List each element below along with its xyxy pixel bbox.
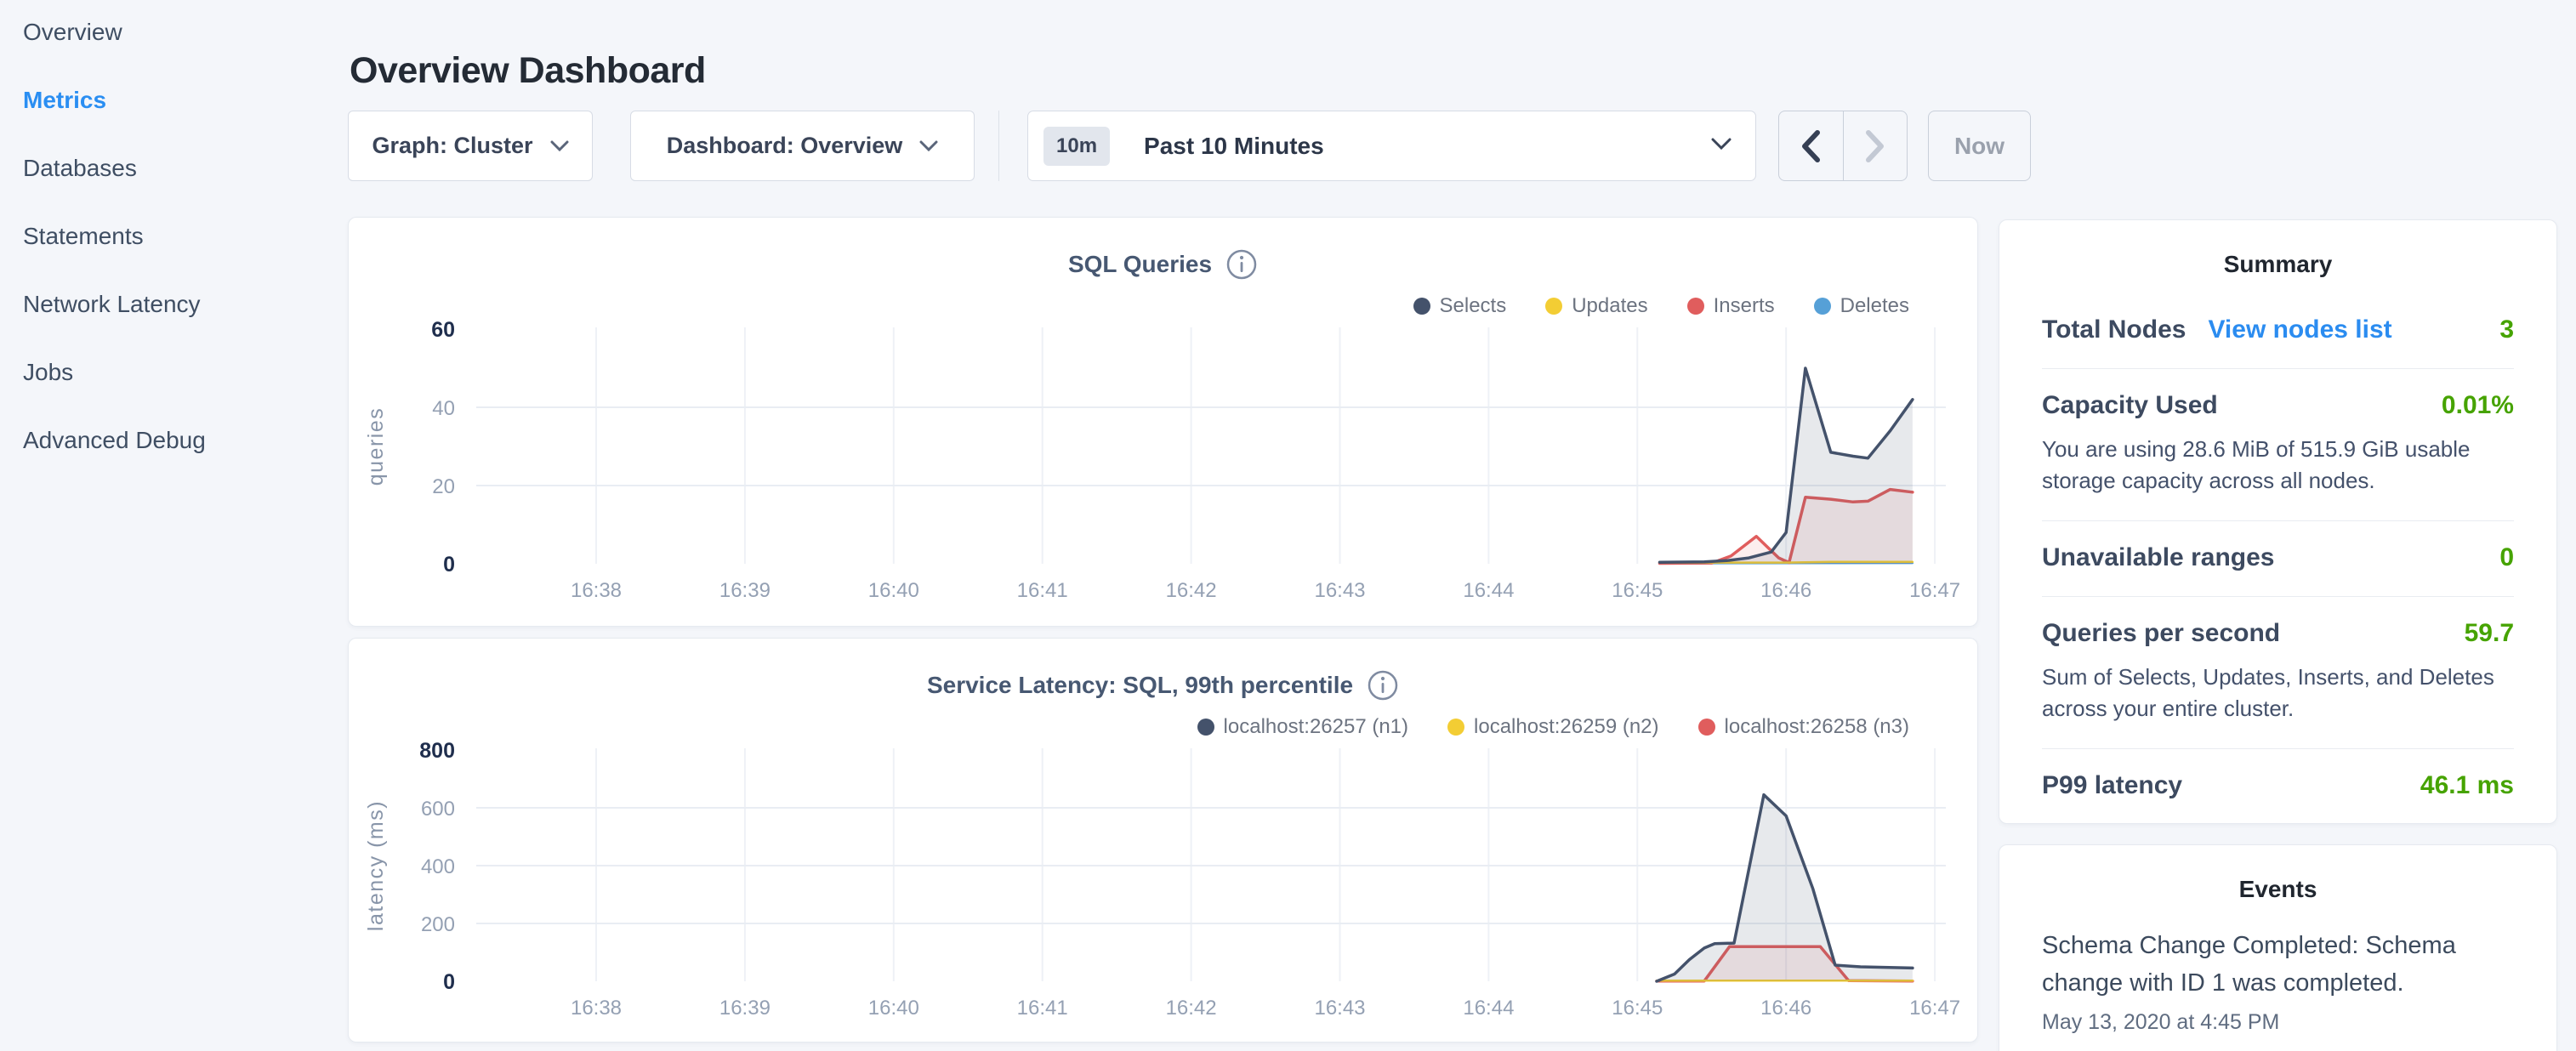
- summary-row-label: Unavailable ranges: [2042, 543, 2274, 572]
- now-button[interactable]: Now: [1928, 111, 2031, 181]
- graph-scope-dropdown-label: Graph: Cluster: [372, 133, 532, 159]
- sidebar-item-advanced-debug[interactable]: Advanced Debug: [23, 427, 206, 453]
- summary-row-subtext: Sum of Selects, Updates, Inserts, and De…: [2042, 662, 2514, 724]
- svg-text:60: 60: [431, 318, 455, 342]
- summary-row-label: Queries per second: [2042, 619, 2280, 648]
- summary-panel: Summary Total Nodes View nodes list 3 Ca…: [1999, 219, 2557, 824]
- sidebar-item-statements[interactable]: Statements: [23, 223, 144, 249]
- svg-text:40: 40: [432, 397, 455, 420]
- chevron-down-icon: [919, 140, 938, 152]
- summary-row-value: 3: [2499, 315, 2514, 344]
- chevron-down-icon: [1711, 138, 1732, 155]
- svg-text:16:41: 16:41: [1017, 997, 1068, 1020]
- summary-row-value: 0: [2499, 543, 2514, 572]
- svg-text:200: 200: [421, 913, 455, 936]
- time-range-label: Past 10 Minutes: [1144, 133, 1324, 160]
- event-message: Schema Change Completed: Schema change w…: [2042, 927, 2514, 1002]
- toolbar-divider: [998, 111, 999, 181]
- time-range-badge: 10m: [1043, 127, 1110, 166]
- svg-text:16:40: 16:40: [868, 997, 919, 1020]
- service-latency-card: Service Latency: SQL, 99th percentile lo…: [348, 638, 1978, 1042]
- event-item[interactable]: Schema Change Completed: Schema change w…: [2042, 927, 2514, 1035]
- sql-queries-chart[interactable]: 16:38 16:39 16:40 16:41 16:42 16:43 16:44 16:45…: [349, 218, 1977, 626]
- dashboard-dropdown-label: Dashboard: Overview: [667, 133, 903, 159]
- summary-row-subtext: You are using 28.6 MiB of 515.9 GiB usab…: [2042, 434, 2514, 497]
- summary-row-label: Total Nodes: [2042, 315, 2186, 344]
- svg-text:20: 20: [432, 475, 455, 498]
- chevron-right-icon: [1864, 129, 1886, 163]
- sql-queries-card: SQL Queries SelectsUpdatesInsertsDeletes…: [348, 217, 1978, 627]
- service-latency-chart[interactable]: 16:38 16:39 16:40 16:41 16:42 16:43 16:44 16:45…: [349, 639, 1977, 1042]
- chevron-left-icon: [1800, 129, 1822, 163]
- summary-row-label: P99 latency: [2042, 771, 2182, 800]
- events-heading: Events: [1999, 845, 2556, 903]
- svg-text:800: 800: [419, 739, 455, 763]
- sidebar: Overview Metrics Databases Statements Ne…: [0, 0, 340, 1051]
- events-panel: Events Schema Change Completed: Schema c…: [1999, 844, 2557, 1051]
- svg-text:16:38: 16:38: [571, 579, 622, 602]
- summary-row-value: 46.1 ms: [2420, 771, 2514, 800]
- svg-text:16:40: 16:40: [868, 579, 919, 602]
- event-timestamp: May 13, 2020 at 4:45 PM: [2042, 1010, 2514, 1035]
- svg-text:16:44: 16:44: [1463, 997, 1514, 1020]
- summary-row-value: 0.01%: [2442, 391, 2514, 420]
- svg-text:16:46: 16:46: [1760, 997, 1811, 1020]
- svg-text:16:41: 16:41: [1017, 579, 1068, 602]
- svg-text:0: 0: [443, 970, 455, 994]
- chevron-down-icon: [550, 140, 569, 152]
- svg-text:600: 600: [421, 798, 455, 821]
- summary-row-label: Capacity Used: [2042, 391, 2218, 420]
- graph-scope-dropdown[interactable]: Graph: Cluster: [348, 111, 593, 181]
- svg-text:16:42: 16:42: [1166, 997, 1217, 1020]
- summary-heading: Summary: [1999, 220, 2556, 278]
- svg-text:16:43: 16:43: [1314, 579, 1365, 602]
- svg-text:16:38: 16:38: [571, 997, 622, 1020]
- svg-text:16:39: 16:39: [719, 997, 771, 1020]
- svg-text:16:42: 16:42: [1166, 579, 1217, 602]
- svg-text:latency (ms): latency (ms): [364, 800, 388, 931]
- page-title: Overview Dashboard: [350, 50, 706, 92]
- svg-text:16:47: 16:47: [1909, 579, 1960, 602]
- sidebar-item-jobs[interactable]: Jobs: [23, 359, 73, 385]
- sidebar-item-metrics[interactable]: Metrics: [23, 87, 106, 113]
- svg-text:16:39: 16:39: [719, 579, 771, 602]
- summary-row-capacity-used: Capacity Used 0.01% You are using 28.6 M…: [2042, 369, 2514, 521]
- sidebar-item-overview[interactable]: Overview: [23, 19, 122, 45]
- summary-row-unavailable-ranges: Unavailable ranges 0: [2042, 521, 2514, 597]
- svg-text:16:44: 16:44: [1463, 579, 1514, 602]
- summary-row-p99-latency: P99 latency 46.1 ms: [2042, 749, 2514, 824]
- svg-text:16:45: 16:45: [1612, 579, 1663, 602]
- svg-text:16:45: 16:45: [1612, 997, 1663, 1020]
- svg-text:400: 400: [421, 855, 455, 878]
- summary-row-total-nodes: Total Nodes View nodes list 3: [2042, 293, 2514, 369]
- time-forward-button[interactable]: [1844, 111, 1908, 180]
- time-range-selector[interactable]: 10m Past 10 Minutes: [1027, 111, 1756, 181]
- app-root: Overview Metrics Databases Statements Ne…: [0, 0, 2576, 1051]
- sidebar-item-databases[interactable]: Databases: [23, 155, 137, 181]
- svg-text:16:43: 16:43: [1314, 997, 1365, 1020]
- summary-row-value: 59.7: [2465, 619, 2514, 648]
- svg-text:0: 0: [443, 553, 455, 577]
- sidebar-item-network-latency[interactable]: Network Latency: [23, 291, 201, 317]
- view-nodes-list-link[interactable]: View nodes list: [2208, 315, 2391, 344]
- dashboard-dropdown[interactable]: Dashboard: Overview: [630, 111, 975, 181]
- time-back-button[interactable]: [1779, 111, 1844, 180]
- summary-row-queries-per-second: Queries per second 59.7 Sum of Selects, …: [2042, 597, 2514, 749]
- svg-text:16:47: 16:47: [1909, 997, 1960, 1020]
- time-pager: [1778, 111, 1908, 181]
- toolbar: Graph: Cluster Dashboard: Overview 10m P…: [348, 111, 2066, 181]
- svg-text:16:46: 16:46: [1760, 579, 1811, 602]
- svg-text:queries: queries: [364, 407, 388, 486]
